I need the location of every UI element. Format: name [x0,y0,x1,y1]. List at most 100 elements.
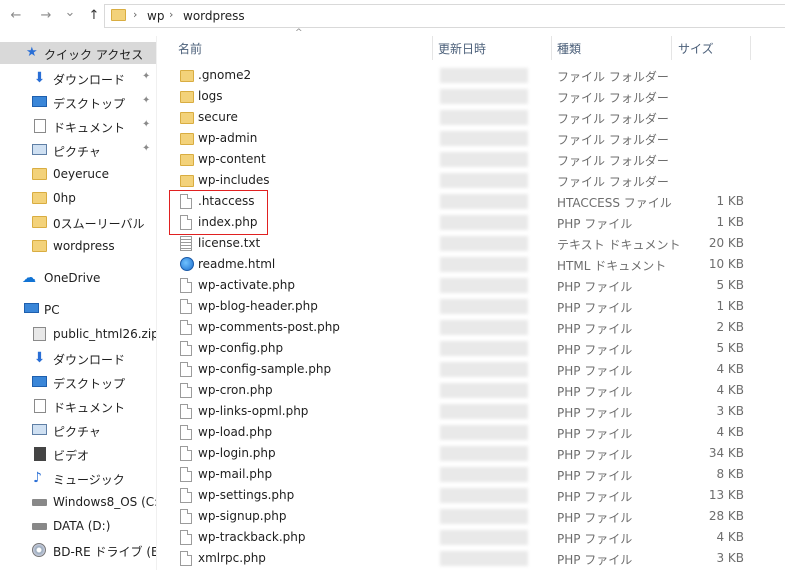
file-row[interactable]: wp-login.php PHP ファイル 34 KB [170,443,750,464]
file-row[interactable]: secure ファイル フォルダー [170,107,750,128]
file-row[interactable]: wp-mail.php PHP ファイル 8 KB [170,464,750,485]
pin-icon[interactable]: ✦ [142,119,150,130]
file-name[interactable]: xmlrpc.php [198,551,266,565]
file-type: ファイル フォルダー [557,91,669,105]
folder-icon [180,91,194,103]
sidebar-item-drive-e[interactable]: BD-RE ドライブ (E:) Au [0,539,156,561]
sidebar-item-desktop[interactable]: デスクトップ ✦ [0,91,156,113]
file-name[interactable]: wp-blog-header.php [198,299,318,313]
file-row[interactable]: wp-signup.php PHP ファイル 28 KB [170,506,750,527]
file-name[interactable]: logs [198,89,223,103]
sidebar-item-music[interactable]: ♪ ミュージック [0,467,156,489]
highlight-annotation-box [169,190,268,235]
file-row[interactable]: wp-comments-post.php PHP ファイル 2 KB [170,317,750,338]
file-size: 28 KB [708,509,744,523]
breadcrumb-wp[interactable]: wp [147,9,164,23]
file-row[interactable]: wp-settings.php PHP ファイル 13 KB [170,485,750,506]
file-row[interactable]: wp-trackback.php PHP ファイル 4 KB [170,527,750,548]
breadcrumb-wordpress[interactable]: wordpress [183,9,245,23]
sidebar-item-desktop-pc[interactable]: デスクトップ [0,371,156,393]
file-name[interactable]: wp-comments-post.php [198,320,340,334]
file-name[interactable]: wp-cron.php [198,383,273,397]
file-name[interactable]: readme.html [198,257,275,271]
file-row[interactable]: wp-content ファイル フォルダー [170,149,750,170]
file-row[interactable]: .gnome2 ファイル フォルダー [170,65,750,86]
file-type: ファイル フォルダー [557,175,669,189]
file-row[interactable]: readme.html HTML ドキュメント 10 KB [170,254,750,275]
file-date-redacted [440,194,528,209]
recent-locations-icon[interactable]: ⌄ [62,5,78,21]
sidebar-item-quick-access[interactable]: ★ クイック アクセス [0,42,156,64]
file-name[interactable]: wp-includes [198,173,270,187]
file-name[interactable]: wp-load.php [198,425,272,439]
file-row[interactable]: wp-admin ファイル フォルダー [170,128,750,149]
sidebar-item-documents[interactable]: ドキュメント ✦ [0,115,156,137]
file-name[interactable]: wp-links-opml.php [198,404,308,418]
pin-icon[interactable]: ✦ [142,71,150,82]
file-icon [180,551,192,566]
file-type: ファイル フォルダー [557,112,669,126]
file-row[interactable]: wp-links-opml.php PHP ファイル 3 KB [170,401,750,422]
file-row[interactable]: wp-includes ファイル フォルダー [170,170,750,191]
sidebar-item-pictures-pc[interactable]: ピクチャ [0,419,156,441]
file-name[interactable]: wp-activate.php [198,278,295,292]
file-date-redacted [440,530,528,545]
file-row[interactable]: xmlrpc.php PHP ファイル 3 KB [170,548,750,569]
file-row[interactable]: wp-config.php PHP ファイル 5 KB [170,338,750,359]
sidebar-item-drive-d[interactable]: DATA (D:) [0,515,156,537]
sidebar-item-wordpress[interactable]: wordpress [0,235,156,257]
sidebar-item-downloads[interactable]: ⬇ ダウンロード ✦ [0,67,156,89]
sidebar-item-downloads-pc[interactable]: ⬇ ダウンロード [0,347,156,369]
column-divider[interactable] [432,36,433,60]
file-name[interactable]: license.txt [198,236,260,250]
column-header-type[interactable]: 種類 [557,40,581,64]
sidebar-item-0smoothrival[interactable]: 0スムーリーバル [0,211,156,233]
pin-icon[interactable]: ✦ [142,143,150,154]
sidebar-item-drive-c[interactable]: Windows8_OS (C:) [0,491,157,513]
file-name[interactable]: wp-content [198,152,266,166]
sidebar-item-pictures[interactable]: ピクチャ ✦ [0,139,156,161]
file-name[interactable]: .gnome2 [198,68,251,82]
sidebar-item-pc[interactable]: PC [0,299,156,321]
file-name[interactable]: wp-mail.php [198,467,272,481]
forward-arrow-icon[interactable]: → [38,8,54,24]
pin-icon[interactable]: ✦ [142,95,150,106]
folder-icon [180,70,194,82]
sidebar-item-documents-pc[interactable]: ドキュメント [0,395,156,417]
sidebar-item-label: Windows8_OS (C:) [53,495,157,509]
folder-icon [180,154,194,166]
sidebar-item-0eyeruce[interactable]: 0eyeruce [0,163,156,185]
file-row[interactable]: wp-config-sample.php PHP ファイル 4 KB [170,359,750,380]
file-name[interactable]: wp-admin [198,131,257,145]
file-name[interactable]: wp-config-sample.php [198,362,331,376]
file-size: 3 KB [716,404,744,418]
sidebar-item-videos[interactable]: ビデオ [0,443,156,465]
file-row[interactable]: license.txt テキスト ドキュメント 20 KB [170,233,750,254]
sidebar-item-public-html26-zip[interactable]: public_html26.zip [0,323,156,345]
up-arrow-icon[interactable]: ↑ [86,8,102,24]
back-arrow-icon[interactable]: ← [8,8,24,24]
column-header-date[interactable]: 更新日時 [438,40,486,64]
file-date-redacted [440,236,528,251]
file-name[interactable]: wp-login.php [198,446,276,460]
address-path-box[interactable]: › wp › wordpress [104,4,785,28]
column-divider[interactable] [750,36,751,60]
sidebar-item-onedrive[interactable]: ☁ OneDrive [0,267,156,289]
sidebar-item-0hp[interactable]: 0hp [0,187,156,209]
file-row[interactable]: logs ファイル フォルダー [170,86,750,107]
file-name[interactable]: wp-settings.php [198,488,294,502]
column-header-name[interactable]: 名前 [178,40,202,64]
file-name[interactable]: wp-trackback.php [198,530,305,544]
file-row[interactable]: wp-activate.php PHP ファイル 5 KB [170,275,750,296]
file-type: HTACCESS ファイル [557,196,672,210]
file-name[interactable]: secure [198,110,238,124]
column-divider[interactable] [671,36,672,60]
file-row[interactable]: wp-blog-header.php PHP ファイル 1 KB [170,296,750,317]
column-divider[interactable] [551,36,552,60]
file-type: PHP ファイル [557,301,633,315]
file-row[interactable]: wp-cron.php PHP ファイル 4 KB [170,380,750,401]
column-header-size[interactable]: サイズ [678,40,714,64]
file-name[interactable]: wp-config.php [198,341,283,355]
file-name[interactable]: wp-signup.php [198,509,286,523]
file-row[interactable]: wp-load.php PHP ファイル 4 KB [170,422,750,443]
